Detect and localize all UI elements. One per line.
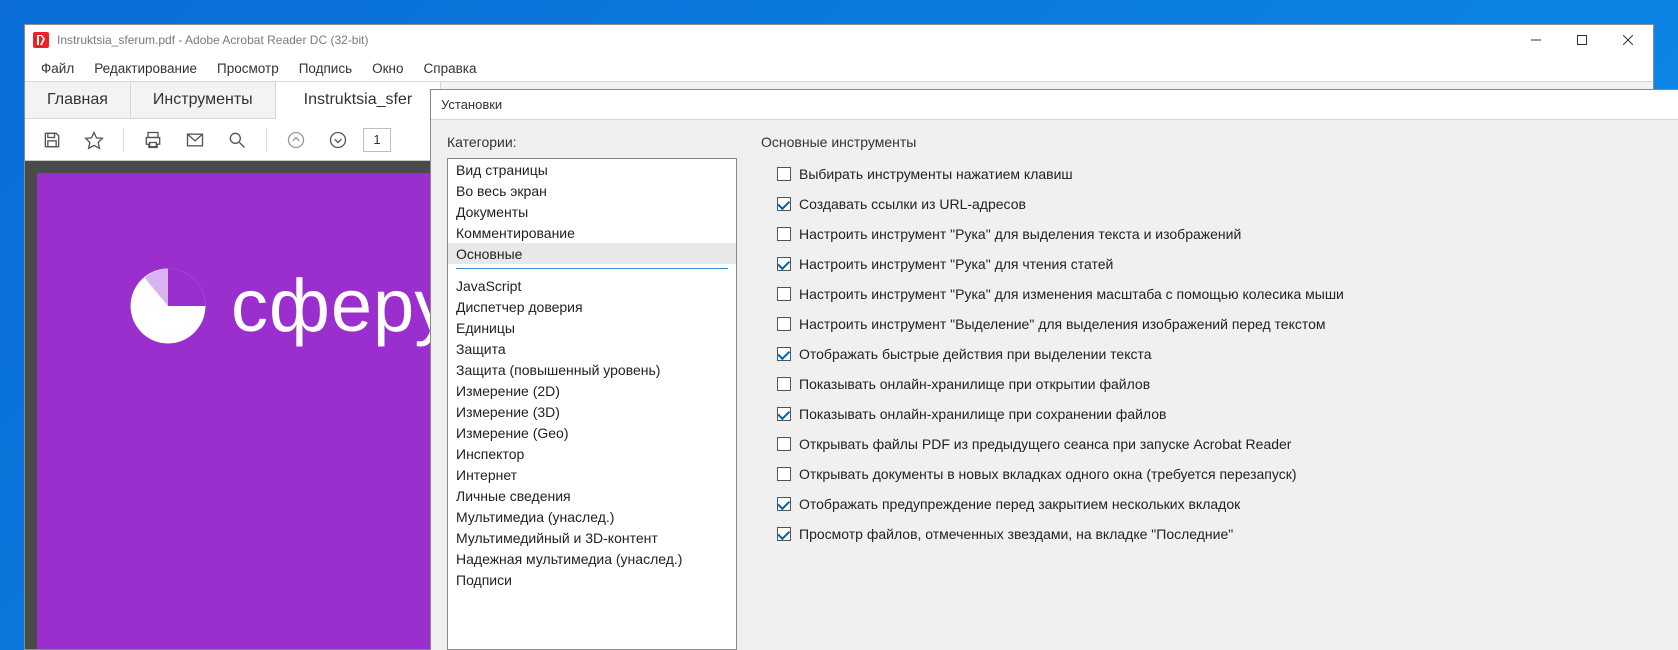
category-item[interactable]: Комментирование	[448, 222, 736, 243]
option-label: Открывать файлы PDF из предыдущего сеанс…	[799, 436, 1291, 452]
checkbox[interactable]	[777, 347, 791, 361]
option-row: Выбирать инструменты нажатием клавиш	[777, 166, 1662, 182]
checkbox[interactable]	[777, 317, 791, 331]
option-label: Настроить инструмент "Рука" для изменени…	[799, 286, 1344, 302]
checkbox[interactable]	[777, 467, 791, 481]
menu-view[interactable]: Просмотр	[207, 58, 289, 79]
tab-document[interactable]: Instruktsia_sfer	[276, 82, 441, 119]
category-item[interactable]: Диспетчер доверия	[448, 296, 736, 317]
category-item[interactable]: Инспектор	[448, 443, 736, 464]
option-label: Открывать документы в новых вкладках одн…	[799, 466, 1297, 482]
category-divider	[456, 268, 728, 269]
page-number-input[interactable]: 1	[363, 128, 391, 152]
option-row: Открывать файлы PDF из предыдущего сеанс…	[777, 436, 1662, 452]
menu-window[interactable]: Окно	[362, 58, 413, 79]
option-label: Настроить инструмент "Выделение" для выд…	[799, 316, 1326, 332]
categories-list[interactable]: Вид страницыВо весь экранДокументыКоммен…	[447, 158, 737, 650]
options-group-label: Основные инструменты	[761, 134, 1662, 150]
options-list: Выбирать инструменты нажатием клавиш Созд…	[761, 166, 1662, 556]
minimize-button[interactable]	[1513, 25, 1559, 55]
category-item[interactable]: Мультимедиа (унаслед.)	[448, 506, 736, 527]
option-label: Выбирать инструменты нажатием клавиш	[799, 166, 1073, 182]
option-row: Открывать документы в новых вкладках одн…	[777, 466, 1662, 482]
option-row: Настроить инструмент "Выделение" для выд…	[777, 316, 1662, 332]
mail-icon[interactable]	[178, 123, 212, 157]
search-icon[interactable]	[220, 123, 254, 157]
checkbox[interactable]	[777, 287, 791, 301]
category-item[interactable]: Измерение (3D)	[448, 401, 736, 422]
categories-label: Категории:	[447, 134, 737, 150]
option-label: Отображать предупреждение перед закрытие…	[799, 496, 1240, 512]
category-item[interactable]: Основные	[448, 243, 736, 264]
tab-tools[interactable]: Инструменты	[131, 82, 276, 118]
checkbox[interactable]	[777, 407, 791, 421]
option-row: Настроить инструмент "Рука" для чтения с…	[777, 256, 1662, 272]
option-row: Настроить инструмент "Рука" для выделени…	[777, 226, 1662, 242]
option-row: Создавать ссылки из URL-адресов	[777, 196, 1662, 212]
category-item[interactable]: Вид страницы	[448, 159, 736, 180]
category-item[interactable]: Надежная мультимедиа (унаслед.)	[448, 548, 736, 569]
tab-home[interactable]: Главная	[25, 82, 131, 118]
option-row: Просмотр файлов, отмеченных звездами, на…	[777, 526, 1662, 542]
category-item[interactable]: Мультимедийный и 3D-контент	[448, 527, 736, 548]
option-row: Настроить инструмент "Рука" для изменени…	[777, 286, 1662, 302]
category-item[interactable]: JavaScript	[448, 275, 736, 296]
category-item[interactable]: Подписи	[448, 569, 736, 590]
option-label: Показывать онлайн-хранилище при открытии…	[799, 376, 1150, 392]
option-label: Просмотр файлов, отмеченных звездами, на…	[799, 526, 1233, 542]
option-label: Показывать онлайн-хранилище при сохранен…	[799, 406, 1166, 422]
checkbox[interactable]	[777, 197, 791, 211]
logo-text: сферу	[231, 263, 452, 348]
maximize-button[interactable]	[1559, 25, 1605, 55]
option-row: Показывать онлайн-хранилище при открытии…	[777, 376, 1662, 392]
option-label: Отображать быстрые действия при выделени…	[799, 346, 1152, 362]
page-down-icon[interactable]	[321, 123, 355, 157]
menu-edit[interactable]: Редактирование	[84, 58, 207, 79]
logo: сферу	[129, 263, 452, 348]
checkbox[interactable]	[777, 497, 791, 511]
sphere-icon	[129, 267, 207, 345]
option-label: Настроить инструмент "Рука" для чтения с…	[799, 256, 1113, 272]
option-row: Отображать быстрые действия при выделени…	[777, 346, 1662, 362]
option-row: Показывать онлайн-хранилище при сохранен…	[777, 406, 1662, 422]
star-icon[interactable]	[77, 123, 111, 157]
checkbox[interactable]	[777, 167, 791, 181]
window-title: Instruktsia_sferum.pdf - Adobe Acrobat R…	[57, 33, 368, 47]
category-item[interactable]: Измерение (2D)	[448, 380, 736, 401]
category-item[interactable]: Интернет	[448, 464, 736, 485]
checkbox[interactable]	[777, 227, 791, 241]
menubar: Файл Редактирование Просмотр Подпись Окн…	[25, 55, 1653, 81]
option-label: Настроить инструмент "Рука" для выделени…	[799, 226, 1241, 242]
menu-sign[interactable]: Подпись	[289, 58, 362, 79]
close-button[interactable]	[1605, 25, 1651, 55]
category-item[interactable]: Личные сведения	[448, 485, 736, 506]
category-item[interactable]: Единицы	[448, 317, 736, 338]
page-up-icon[interactable]	[279, 123, 313, 157]
category-item[interactable]: Защита (повышенный уровень)	[448, 359, 736, 380]
preferences-title: Установки	[431, 90, 1678, 120]
save-icon[interactable]	[35, 123, 69, 157]
preferences-dialog: Установки Категории: Вид страницыВо весь…	[430, 89, 1678, 650]
option-label: Создавать ссылки из URL-адресов	[799, 196, 1026, 212]
category-item[interactable]: Во весь экран	[448, 180, 736, 201]
menu-file[interactable]: Файл	[31, 58, 84, 79]
print-icon[interactable]	[136, 123, 170, 157]
app-icon	[33, 32, 49, 48]
option-row: Отображать предупреждение перед закрытие…	[777, 496, 1662, 512]
checkbox[interactable]	[777, 527, 791, 541]
checkbox[interactable]	[777, 437, 791, 451]
checkbox[interactable]	[777, 257, 791, 271]
category-item[interactable]: Защита	[448, 338, 736, 359]
category-item[interactable]: Документы	[448, 201, 736, 222]
titlebar: Instruktsia_sferum.pdf - Adobe Acrobat R…	[25, 25, 1653, 55]
category-item[interactable]: Измерение (Geo)	[448, 422, 736, 443]
menu-help[interactable]: Справка	[414, 58, 487, 79]
checkbox[interactable]	[777, 377, 791, 391]
